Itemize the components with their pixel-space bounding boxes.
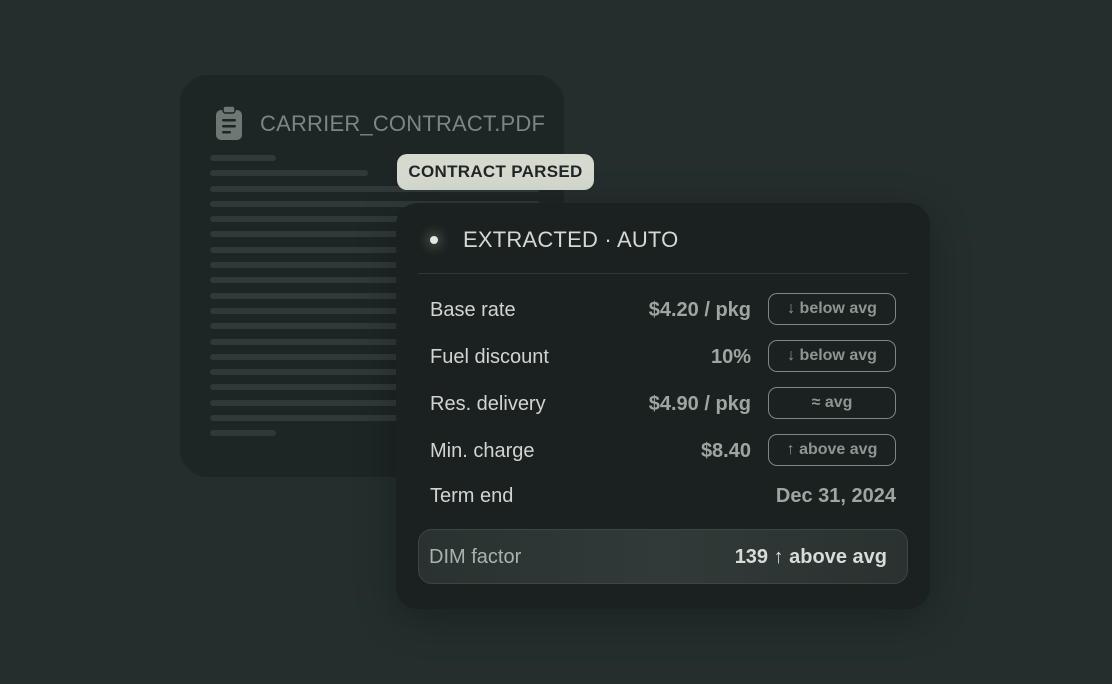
row-label: Res. delivery bbox=[430, 393, 546, 415]
document-filename: CARRIER_CONTRACT.PDF bbox=[260, 111, 546, 136]
comparison-badge: ↑ above avg bbox=[768, 434, 896, 466]
comparison-badge: ≈ avg bbox=[768, 387, 896, 419]
row-res-delivery: Res. delivery $4.90 / pkg ≈ avg bbox=[430, 385, 896, 423]
row-label: Term end bbox=[430, 485, 514, 507]
status-dot-icon bbox=[430, 236, 438, 244]
card-header: EXTRACTED · AUTO bbox=[463, 227, 679, 252]
row-value: Dec 31, 2024 bbox=[775, 485, 896, 507]
row-min-charge: Min. charge $8.40 ↑ above avg bbox=[430, 432, 896, 470]
contract-parsed-tag: CONTRACT PARSED bbox=[397, 154, 594, 190]
row-term-end: Term end Dec 31, 2024 bbox=[430, 477, 896, 515]
extracted-terms-card: EXTRACTED · AUTO Base rate $4.20 / pkg ↓… bbox=[396, 203, 930, 609]
dim-factor-value: 139 ↑ above avg bbox=[734, 546, 887, 568]
dim-factor-highlight: DIM factor 139 ↑ above avg bbox=[418, 529, 908, 584]
row-label: Min. charge bbox=[430, 440, 535, 462]
row-value: $4.20 / pkg bbox=[648, 299, 751, 321]
comparison-badge: ↓ below avg bbox=[768, 293, 896, 325]
row-label: Base rate bbox=[430, 299, 516, 321]
row-fuel-discount: Fuel discount 10% ↓ below avg bbox=[430, 338, 896, 376]
row-value: 10% bbox=[710, 346, 751, 368]
comparison-badge: ↓ below avg bbox=[768, 340, 896, 372]
divider bbox=[418, 273, 908, 274]
row-base-rate: Base rate $4.20 / pkg ↓ below avg bbox=[430, 291, 896, 329]
row-label: Fuel discount bbox=[430, 346, 549, 368]
row-value: $8.40 bbox=[700, 440, 751, 462]
clipboard-icon bbox=[216, 105, 242, 140]
dim-factor-label: DIM factor bbox=[429, 546, 522, 568]
row-value: $4.90 / pkg bbox=[648, 393, 751, 415]
